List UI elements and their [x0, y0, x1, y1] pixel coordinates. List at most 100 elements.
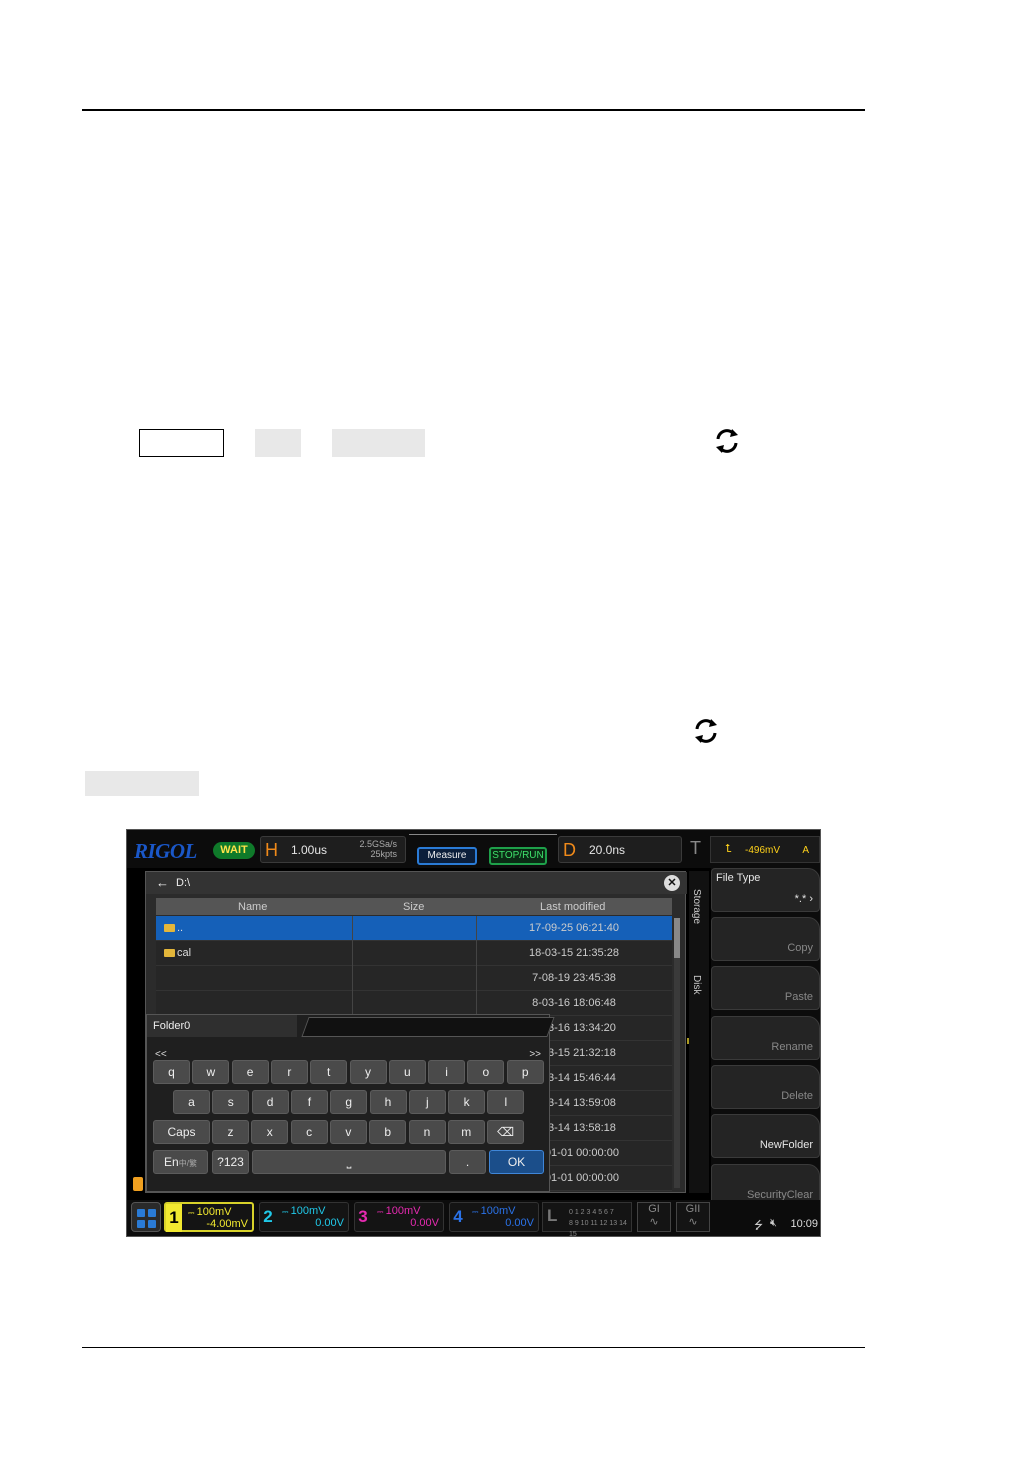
- channel-3-box[interactable]: 3 ⎓ 100mV 0.00V: [354, 1202, 444, 1232]
- tab-disk[interactable]: Disk: [691, 975, 702, 994]
- file-scrollbar[interactable]: [674, 918, 680, 1188]
- virtual-keyboard: Folder0 << >> q w e r t y u i o p a s d f g h j k l Caps z x c…: [146, 1014, 555, 1192]
- table-row[interactable]: 8-03-16 18:06:48: [156, 991, 672, 1016]
- number-mode-key[interactable]: ?123: [212, 1150, 249, 1174]
- measure-button[interactable]: Measure: [417, 847, 477, 865]
- grid-icon: [148, 1209, 156, 1217]
- dc-coupling-icon: ⎓: [377, 1207, 386, 1216]
- menu-file-type[interactable]: File Type *.* ›: [711, 868, 820, 912]
- refresh-icon: [695, 719, 717, 743]
- menu-rename[interactable]: Rename: [711, 1015, 820, 1060]
- file-name: ..: [164, 922, 183, 934]
- channel-2-box[interactable]: 2 ⎓ 100mV 0.00V: [259, 1202, 349, 1232]
- key-d[interactable]: d: [251, 1090, 289, 1114]
- menu-label: Copy: [787, 942, 813, 954]
- table-row[interactable]: cal 18-03-15 21:35:28: [156, 941, 672, 966]
- sample-rate: 2.5GSa/s 25kpts: [359, 839, 397, 859]
- key-h[interactable]: h: [369, 1090, 407, 1114]
- key-j[interactable]: j: [408, 1090, 446, 1114]
- key-z[interactable]: z: [212, 1120, 249, 1144]
- language-key[interactable]: En中/繁: [153, 1150, 208, 1174]
- channel-scale: ⎓ 100mV: [377, 1205, 421, 1217]
- back-arrow-icon[interactable]: ←: [156, 875, 169, 890]
- table-row[interactable]: .. 17-09-25 06:21:40: [156, 916, 672, 941]
- file-type-label: File Type: [716, 872, 761, 884]
- next-page-button[interactable]: >>: [529, 1049, 541, 1060]
- key-x[interactable]: x: [251, 1120, 289, 1144]
- caps-key[interactable]: Caps: [153, 1120, 210, 1144]
- tab-storage[interactable]: Storage: [691, 889, 702, 924]
- chevron-right-icon: ›: [809, 893, 813, 905]
- file-name: cal: [164, 947, 191, 959]
- file-modified: 8-03-16 18:06:48: [532, 997, 616, 1009]
- key-o[interactable]: o: [467, 1060, 505, 1084]
- key-y[interactable]: y: [349, 1060, 387, 1084]
- menu-key-label-1: [255, 429, 301, 457]
- menu-delete[interactable]: Delete: [711, 1064, 820, 1109]
- generator-2-button[interactable]: GII ∿: [676, 1202, 710, 1232]
- key-c[interactable]: c: [290, 1120, 328, 1144]
- channel-scale: ⎓ 100mV: [188, 1206, 232, 1218]
- folder-name-label: Folder0: [147, 1015, 297, 1037]
- horizontal-timebase[interactable]: H 1.00us 2.5GSa/s 25kpts: [260, 836, 406, 863]
- stop-run-button[interactable]: STOP/RUN: [489, 847, 547, 865]
- key-l[interactable]: l: [487, 1090, 525, 1114]
- header-rule: [82, 109, 865, 111]
- menu-label: Delete: [781, 1089, 813, 1102]
- key-t[interactable]: t: [310, 1060, 348, 1084]
- menu-copy[interactable]: Copy: [711, 917, 820, 961]
- trigger-edge-icon: ⮤: [725, 843, 732, 855]
- key-f[interactable]: f: [290, 1090, 328, 1114]
- generator-1-button[interactable]: GI ∿: [637, 1202, 671, 1232]
- column-name: Name: [238, 901, 268, 913]
- logic-analyzer-box[interactable]: L 0 1 2 3 4 5 6 78 9 10 11 12 13 14 15: [542, 1202, 632, 1236]
- home-button[interactable]: [131, 1202, 161, 1232]
- table-row[interactable]: 7-08-19 23:45:38: [156, 966, 672, 991]
- backspace-key[interactable]: ⌫: [487, 1120, 525, 1144]
- mute-icon[interactable]: 🔇︎: [770, 1217, 777, 1230]
- key-a[interactable]: a: [173, 1090, 210, 1114]
- key-s[interactable]: s: [212, 1090, 250, 1114]
- trigger-level: -496mV: [745, 845, 781, 856]
- key-m[interactable]: m: [447, 1120, 485, 1144]
- key-i[interactable]: i: [428, 1060, 466, 1084]
- channel-offset: -4.00mV: [206, 1218, 248, 1230]
- prev-page-button[interactable]: <<: [155, 1049, 167, 1060]
- key-w[interactable]: w: [192, 1060, 230, 1084]
- column-modified: Last modified: [540, 901, 606, 913]
- footer-rule: [82, 1347, 865, 1348]
- menu-label: SecurityClear: [746, 1188, 813, 1201]
- key-q[interactable]: q: [153, 1060, 190, 1084]
- key-k[interactable]: k: [448, 1090, 486, 1114]
- dc-coupling-icon: ⎓: [472, 1207, 481, 1216]
- ok-button[interactable]: OK: [489, 1150, 544, 1174]
- channel-1-box[interactable]: 1 ⎓ 100mV -4.00mV: [164, 1202, 254, 1232]
- menu-newfolder[interactable]: NewFolder: [711, 1114, 820, 1159]
- channel-offset: 0.00V: [410, 1217, 439, 1229]
- channel-4-box[interactable]: 4 ⎓ 100mV 0.00V: [449, 1202, 539, 1232]
- key-b[interactable]: b: [369, 1120, 407, 1144]
- menu-paste[interactable]: Paste: [711, 966, 820, 1011]
- key-u[interactable]: u: [388, 1060, 426, 1084]
- file-type-value: *.* ›: [794, 893, 813, 905]
- key-p[interactable]: p: [506, 1060, 544, 1084]
- key-r[interactable]: r: [270, 1060, 308, 1084]
- key-v[interactable]: v: [329, 1120, 367, 1144]
- menu-label: NewFolder: [759, 1139, 813, 1152]
- trigger-status-badge: WAIT: [213, 842, 255, 859]
- channel-number: 1: [166, 1204, 182, 1232]
- key-e[interactable]: e: [231, 1060, 269, 1084]
- delay-box[interactable]: D 20.0ns: [558, 836, 682, 863]
- scroll-thumb[interactable]: [674, 918, 680, 958]
- channel-offset: 0.00V: [315, 1217, 344, 1229]
- key-g[interactable]: g: [330, 1090, 368, 1114]
- folder-icon: [164, 949, 175, 957]
- key-n[interactable]: n: [408, 1120, 446, 1144]
- column-size: Size: [403, 901, 425, 913]
- folder-name-input[interactable]: [301, 1017, 555, 1037]
- trigger-box[interactable]: ⮤ -496mV A: [710, 836, 820, 863]
- key-dot[interactable]: .: [449, 1150, 486, 1174]
- delay-label: D: [563, 840, 576, 860]
- space-key[interactable]: ⎵: [252, 1150, 446, 1174]
- close-icon[interactable]: ✕: [664, 875, 680, 891]
